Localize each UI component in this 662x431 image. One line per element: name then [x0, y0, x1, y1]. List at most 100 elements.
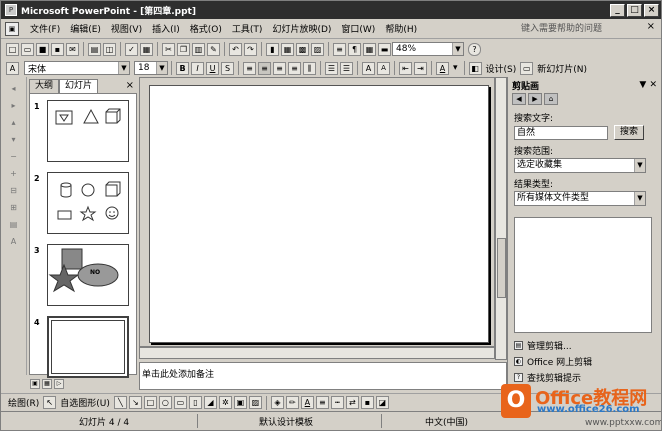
demote-icon[interactable]: ▸ — [7, 101, 21, 111]
print-preview-icon[interactable]: ◫ — [103, 42, 116, 56]
font-color-chevron-icon[interactable]: ▾ — [453, 63, 458, 73]
redo-icon[interactable]: ↷ — [244, 42, 257, 56]
slide-sorter-icon[interactable]: ▦ — [42, 379, 52, 389]
help-question-box[interactable]: 键入需要帮助的问题 — [521, 22, 641, 36]
shadow-button[interactable]: S — [221, 61, 234, 75]
underline-button[interactable]: U — [206, 61, 219, 75]
minimize-button[interactable]: _ — [610, 3, 625, 17]
line-style-icon[interactable]: ≡ — [315, 396, 329, 409]
bold-button[interactable]: B — [176, 61, 189, 75]
print-icon[interactable]: ▤ — [88, 42, 101, 56]
show-formatting-icon[interactable]: ¶ — [348, 42, 361, 56]
dash-style-icon[interactable]: ┅ — [330, 396, 344, 409]
tab-slides[interactable]: 幻灯片 — [59, 79, 99, 93]
chevron-down-icon[interactable]: ▼ — [634, 159, 645, 172]
research-icon[interactable]: ▦ — [140, 42, 153, 56]
document-icon[interactable]: ▣ — [5, 21, 19, 36]
normal-view-icon[interactable]: ▣ — [30, 379, 40, 389]
task-pane-menu-icon[interactable]: ▼ ✕ — [639, 80, 657, 90]
new-slide-button[interactable]: 新幻灯片(N) — [537, 62, 587, 75]
menu-format[interactable]: 格式(O) — [185, 22, 227, 35]
select-objects-icon[interactable]: ↖ — [43, 396, 57, 409]
menu-edit[interactable]: 编辑(E) — [65, 22, 106, 35]
menu-help[interactable]: 帮助(H) — [380, 22, 422, 35]
rectangle-icon[interactable]: □ — [143, 396, 157, 409]
shadow-style-icon[interactable]: ▪ — [360, 396, 374, 409]
doc-close-icon[interactable]: × — [647, 21, 655, 32]
slide-thumbnail-3[interactable]: NO — [47, 244, 129, 306]
open-icon[interactable]: ▭ — [21, 42, 34, 56]
chevron-down-icon[interactable]: ▼ — [118, 62, 129, 74]
spelling-icon[interactable]: ✓ — [125, 42, 138, 56]
arrow-style-icon[interactable]: ⇄ — [345, 396, 359, 409]
scroll-thumb[interactable] — [497, 238, 506, 298]
insert-table-icon[interactable]: ▦ — [281, 42, 294, 56]
arrow-icon[interactable]: ↘ — [128, 396, 142, 409]
menu-slideshow[interactable]: 幻灯片放映(D) — [267, 22, 336, 35]
summary-slide-icon[interactable]: ▤ — [7, 220, 21, 230]
decrease-indent-icon[interactable]: ⇤ — [399, 61, 412, 75]
slideshow-icon[interactable]: ▷ — [54, 379, 64, 389]
grid-icon[interactable]: ▦ — [363, 42, 376, 56]
justify-icon[interactable]: ≡ — [288, 61, 301, 75]
search-results-area[interactable] — [514, 217, 652, 333]
maximize-button[interactable]: □ — [627, 3, 642, 17]
italic-button[interactable]: I — [191, 61, 204, 75]
search-button[interactable]: 搜索 — [614, 125, 644, 140]
undo-icon[interactable]: ↶ — [229, 42, 242, 56]
font-size-select[interactable]: 18 ▼ — [134, 61, 168, 75]
menu-tools[interactable]: 工具(T) — [227, 22, 268, 35]
collapse-icon[interactable]: − — [7, 152, 21, 162]
expand-all-icon[interactable]: ⊞ — [7, 203, 21, 213]
diagram-icon[interactable]: ✲ — [218, 396, 232, 409]
picture-icon[interactable]: ▨ — [248, 396, 262, 409]
vertical-text-box-icon[interactable]: ▯ — [188, 396, 202, 409]
expand-icon[interactable]: + — [7, 169, 21, 179]
home-icon[interactable]: ⌂ — [544, 93, 558, 105]
format-painter-icon[interactable]: ✎ — [207, 42, 220, 56]
cut-icon[interactable]: ✂ — [162, 42, 175, 56]
close-button[interactable]: × — [644, 3, 659, 17]
font-select[interactable]: 宋体 ▼ — [24, 61, 130, 75]
text-color-icon[interactable]: A — [300, 396, 314, 409]
text-box-icon[interactable]: ▭ — [173, 396, 187, 409]
numbering-icon[interactable]: ☰ — [325, 61, 338, 75]
forward-icon[interactable]: ▶ — [528, 93, 542, 105]
menu-view[interactable]: 视图(V) — [106, 22, 147, 35]
3d-style-icon[interactable]: ◪ — [375, 396, 389, 409]
powerpoint-app-icon[interactable]: P — [5, 4, 17, 16]
wordart-icon[interactable]: ◢ — [203, 396, 217, 409]
show-formatting-icon[interactable]: A — [7, 237, 21, 247]
collapse-all-icon[interactable]: ⊟ — [7, 186, 21, 196]
tab-outline[interactable]: 大纲 — [29, 79, 60, 93]
search-input[interactable]: 自然 — [514, 125, 608, 140]
slide-canvas[interactable] — [149, 85, 489, 343]
close-icon[interactable]: × — [126, 79, 137, 93]
back-icon[interactable]: ◀ — [512, 93, 526, 105]
save-icon[interactable]: ■ — [36, 42, 49, 56]
vertical-scrollbar[interactable] — [495, 77, 507, 360]
align-right-icon[interactable]: ≡ — [273, 61, 286, 75]
line-icon[interactable]: ╲ — [113, 396, 127, 409]
permission-icon[interactable]: ▪ — [51, 42, 64, 56]
line-color-icon[interactable]: ✏ — [285, 396, 299, 409]
scope-select[interactable]: 选定收藏集 ▼ — [514, 158, 646, 173]
draw-menu[interactable]: 绘图(R) — [8, 396, 39, 409]
slide-thumbnail-4[interactable] — [47, 316, 129, 378]
insert-chart-icon[interactable]: ▮ — [266, 42, 279, 56]
design-button[interactable]: 设计(S) — [486, 62, 517, 75]
align-center-icon[interactable]: ≡ — [258, 61, 271, 75]
align-left-icon[interactable]: ≡ — [243, 61, 256, 75]
slide-thumbnail-1[interactable] — [47, 100, 129, 162]
move-up-icon[interactable]: ▴ — [7, 118, 21, 128]
bullets-icon[interactable]: ☰ — [340, 61, 353, 75]
increase-font-button[interactable]: A — [362, 61, 375, 75]
chevron-down-icon[interactable]: ▼ — [156, 62, 167, 74]
distributed-icon[interactable]: ⫼ — [303, 61, 316, 75]
clip-art-icon[interactable]: ▣ — [233, 396, 247, 409]
insert-picture-icon[interactable]: ▨ — [311, 42, 324, 56]
autoshapes-menu[interactable]: 自选图形(U) — [60, 396, 110, 409]
slide-thumbnail-2[interactable] — [47, 172, 129, 234]
organize-clips-link[interactable]: ▤ 管理剪辑... — [514, 339, 572, 352]
new-icon[interactable]: □ — [6, 42, 19, 56]
